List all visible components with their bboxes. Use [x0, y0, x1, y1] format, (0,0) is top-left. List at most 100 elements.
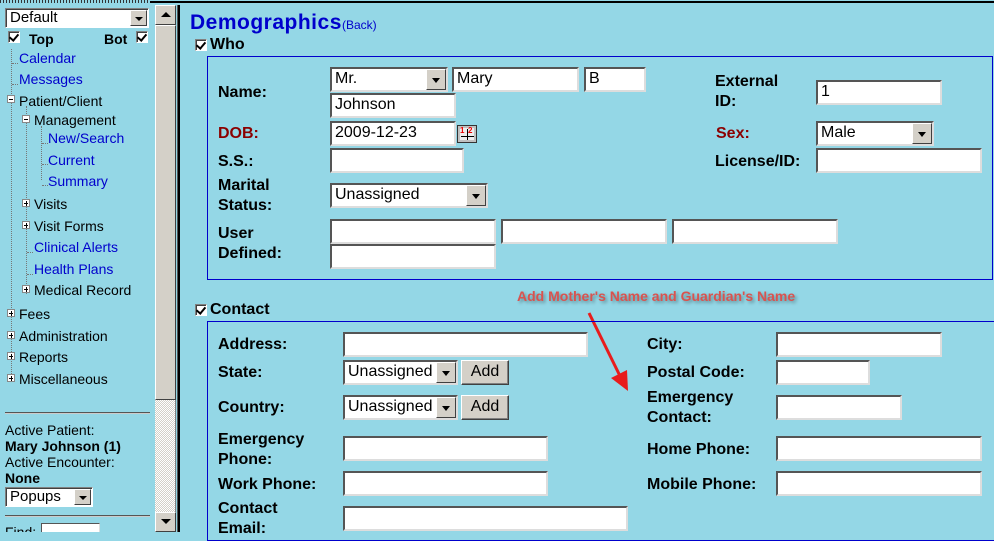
state-select-value: Unassigned: [348, 363, 433, 380]
mobile-phone-input[interactable]: [776, 471, 982, 496]
marital-status-select[interactable]: Unassigned: [330, 183, 488, 208]
bot-checkbox[interactable]: [136, 31, 148, 43]
nav-item-visit-forms[interactable]: Visit Forms: [34, 218, 104, 234]
top-checkbox[interactable]: [8, 31, 20, 43]
external-id-label-line2: ID:: [715, 93, 737, 110]
nav-item-messages[interactable]: Messages: [19, 71, 83, 87]
nav-item-visits[interactable]: Visits: [34, 196, 67, 212]
ss-label: S.S.:: [218, 153, 254, 170]
postal-code-input[interactable]: [776, 360, 870, 385]
chevron-down-icon: [436, 362, 456, 383]
work-phone-input[interactable]: [343, 471, 548, 496]
nav-item-calendar[interactable]: Calendar: [19, 50, 76, 66]
title-select[interactable]: Mr.: [330, 67, 448, 92]
expand-icon[interactable]: [22, 285, 30, 293]
mobile-phone-label: Mobile Phone:: [647, 476, 757, 493]
collapse-icon[interactable]: [22, 115, 30, 123]
nav-item-clinical-alerts[interactable]: Clinical Alerts: [34, 239, 118, 255]
dob-input[interactable]: 2009-12-23: [330, 121, 456, 146]
country-select[interactable]: Unassigned: [343, 395, 458, 420]
tree-line: [12, 84, 18, 85]
emergency-phone-input[interactable]: [343, 436, 548, 461]
nav-item-health-plans[interactable]: Health Plans: [34, 261, 113, 277]
city-label: City:: [647, 336, 683, 353]
address-label: Address:: [218, 336, 288, 353]
nav-item-new-search[interactable]: New/Search: [48, 130, 124, 146]
active-encounter-label: Active Encounter:: [5, 454, 115, 470]
find-input[interactable]: [41, 523, 100, 532]
expand-icon[interactable]: [7, 309, 15, 317]
nav-scrollbar[interactable]: [155, 5, 176, 532]
nav-item-patient-client[interactable]: Patient/Client: [19, 93, 102, 109]
calendar-icon-digit: 2: [468, 126, 473, 135]
country-select-value: Unassigned: [348, 398, 433, 415]
nav-item-reports[interactable]: Reports: [19, 349, 68, 365]
collapse-icon[interactable]: [7, 95, 15, 103]
user-defined-input-4[interactable]: [330, 244, 496, 269]
scrollbar-thumb[interactable]: [155, 25, 176, 400]
who-section-label: Who: [210, 36, 245, 53]
user-defined-input-3[interactable]: [672, 219, 838, 244]
first-name-input[interactable]: Mary: [452, 67, 579, 92]
scroll-down-icon[interactable]: [155, 512, 176, 532]
ss-input[interactable]: [330, 148, 464, 173]
chevron-down-icon: [74, 489, 91, 505]
divider: [5, 412, 150, 414]
expand-icon[interactable]: [7, 331, 15, 339]
calendar-icon[interactable]: 1 2: [457, 125, 477, 143]
emergency-contact-label: Emergency Contact:: [647, 388, 733, 428]
main-content: Demographics (Back) Who Name: Mr. Mary B…: [181, 5, 994, 541]
external-id-label: External ID:: [715, 72, 778, 112]
nav-item-management[interactable]: Management: [34, 112, 116, 128]
middle-name-input[interactable]: B: [584, 67, 646, 92]
state-add-button[interactable]: Add: [461, 360, 509, 385]
state-select[interactable]: Unassigned: [343, 360, 458, 385]
user-defined-input-1[interactable]: [330, 219, 496, 244]
nav-item-medical-record[interactable]: Medical Record: [34, 282, 131, 298]
user-defined-label-line2: Defined:: [218, 245, 282, 262]
popups-select[interactable]: Popups: [5, 487, 93, 507]
emergency-contact-label-line1: Emergency: [647, 389, 734, 406]
sex-label: Sex:: [716, 125, 750, 142]
postal-code-label: Postal Code:: [647, 364, 745, 381]
frame-divider[interactable]: [177, 5, 180, 532]
nav-item-current[interactable]: Current: [48, 152, 95, 168]
chevron-down-icon: [466, 185, 486, 206]
contact-section-label: Contact: [210, 301, 270, 318]
popups-select-value: Popups: [10, 488, 61, 505]
nav-item-summary[interactable]: Summary: [48, 173, 108, 189]
calendar-icon-digit: 1: [460, 126, 465, 135]
contact-email-input[interactable]: [343, 506, 628, 531]
expand-icon[interactable]: [7, 374, 15, 382]
license-input[interactable]: [816, 148, 982, 173]
expand-icon[interactable]: [22, 221, 30, 229]
nav-item-administration[interactable]: Administration: [19, 328, 108, 344]
scroll-up-icon[interactable]: [155, 5, 176, 25]
address-input[interactable]: [343, 332, 588, 357]
sex-select[interactable]: Male: [816, 121, 934, 146]
left-nav-frame: Default Top Bot Calendar Messages Patien…: [0, 5, 155, 532]
country-label: Country:: [218, 399, 285, 416]
name-label: Name:: [218, 84, 267, 101]
frame-top-border: [0, 0, 994, 3]
home-phone-input[interactable]: [776, 436, 982, 461]
expand-icon[interactable]: [22, 199, 30, 207]
view-select[interactable]: Default: [5, 8, 149, 28]
frame-top-strip: [0, 0, 150, 3]
sex-select-value: Male: [821, 124, 856, 141]
last-name-input[interactable]: Johnson: [330, 93, 456, 118]
nav-item-fees[interactable]: Fees: [19, 306, 50, 322]
external-id-input[interactable]: 1: [816, 80, 942, 105]
marital-status-label-line2: Status:: [218, 197, 273, 214]
emergency-contact-input[interactable]: [776, 395, 902, 420]
city-input[interactable]: [776, 332, 942, 357]
chevron-down-icon: [130, 10, 147, 26]
country-add-button[interactable]: Add: [461, 395, 509, 420]
back-link[interactable]: (Back): [342, 18, 377, 32]
user-defined-input-2[interactable]: [501, 219, 667, 244]
emergency-phone-label-line1: Emergency: [218, 431, 305, 448]
contact-checkbox[interactable]: [195, 304, 207, 316]
expand-icon[interactable]: [7, 352, 15, 360]
who-checkbox[interactable]: [195, 39, 207, 51]
nav-item-miscellaneous[interactable]: Miscellaneous: [19, 371, 108, 387]
